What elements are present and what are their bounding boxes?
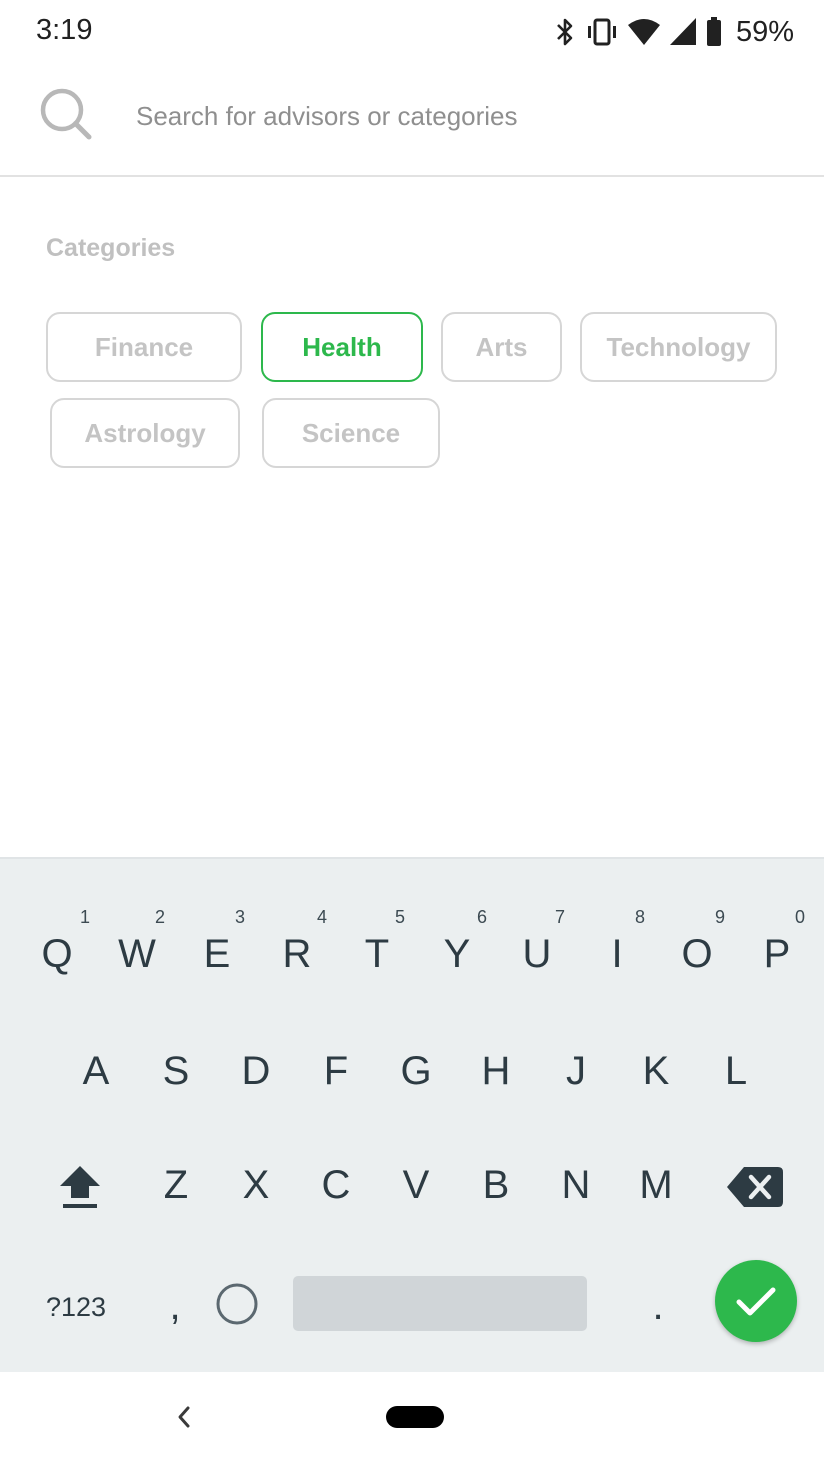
battery-icon: [706, 17, 721, 46]
key-e[interactable]: E: [182, 932, 252, 977]
key-w[interactable]: W: [102, 932, 172, 977]
category-chip-arts[interactable]: Arts: [441, 312, 562, 382]
key-hint-9: 9: [715, 907, 726, 927]
chip-label: Science: [301, 417, 401, 448]
search-input[interactable]: [136, 94, 776, 138]
key-o[interactable]: O: [662, 932, 732, 977]
key-a[interactable]: A: [61, 1049, 131, 1094]
key-hint-3: 3: [235, 907, 246, 927]
home-pill[interactable]: [386, 1406, 444, 1428]
category-chip-health[interactable]: Health: [261, 312, 423, 382]
period-key[interactable]: .: [623, 1284, 693, 1329]
key-hint-4: 4: [317, 907, 328, 927]
key-g[interactable]: G: [381, 1049, 451, 1094]
key-l[interactable]: L: [701, 1049, 771, 1094]
key-f[interactable]: F: [301, 1049, 371, 1094]
key-hint-1: 1: [80, 907, 91, 927]
categories-heading: Categories: [46, 234, 176, 262]
bluetooth-icon: [557, 18, 573, 46]
key-s[interactable]: S: [141, 1049, 211, 1094]
key-hint-0: 0: [795, 907, 806, 927]
status-icons: 59%: [554, 14, 794, 50]
search-icon[interactable]: [38, 86, 94, 142]
wifi-icon: [627, 19, 660, 45]
category-chip-science[interactable]: Science: [262, 398, 440, 468]
key-x[interactable]: X: [221, 1163, 291, 1208]
key-hint-6: 6: [477, 907, 488, 927]
backspace-icon[interactable]: [726, 1166, 784, 1208]
enter-button[interactable]: [715, 1260, 797, 1342]
key-r[interactable]: R: [262, 932, 332, 977]
key-h[interactable]: H: [461, 1049, 531, 1094]
key-hint-5: 5: [395, 907, 406, 927]
key-k[interactable]: K: [621, 1049, 691, 1094]
key-c[interactable]: C: [301, 1163, 371, 1208]
chip-label: Technology: [606, 331, 751, 362]
key-hint-7: 7: [555, 907, 566, 927]
symbols-key[interactable]: ?123: [36, 1292, 116, 1323]
battery-percentage: 59%: [735, 15, 794, 48]
category-chip-finance[interactable]: Finance: [46, 312, 242, 382]
key-d[interactable]: D: [221, 1049, 291, 1094]
key-i[interactable]: I: [582, 932, 652, 977]
chip-label: Astrology: [84, 417, 206, 448]
comma-key[interactable]: ,: [140, 1284, 210, 1329]
chip-label: Finance: [94, 331, 194, 362]
shift-icon[interactable]: [58, 1164, 102, 1210]
key-v[interactable]: V: [381, 1163, 451, 1208]
key-y[interactable]: Y: [422, 932, 492, 977]
category-chip-technology[interactable]: Technology: [580, 312, 777, 382]
vibrate-icon: [587, 18, 616, 46]
key-b[interactable]: B: [461, 1163, 531, 1208]
key-m[interactable]: M: [621, 1163, 691, 1208]
cell-signal-icon: [669, 18, 696, 45]
key-n[interactable]: N: [541, 1163, 611, 1208]
key-u[interactable]: U: [502, 932, 572, 977]
key-hint-2: 2: [155, 907, 166, 927]
key-p[interactable]: P: [742, 932, 812, 977]
key-t[interactable]: T: [342, 932, 412, 977]
key-hint-8: 8: [635, 907, 646, 927]
emoji-icon[interactable]: [214, 1281, 260, 1327]
chip-label: Health: [302, 331, 382, 362]
key-j[interactable]: J: [541, 1049, 611, 1094]
space-bar[interactable]: [293, 1276, 587, 1331]
key-q[interactable]: Q: [22, 932, 92, 977]
checkmark-icon: [736, 1287, 776, 1316]
back-icon[interactable]: [172, 1402, 196, 1432]
chip-label: Arts: [475, 331, 528, 362]
key-z[interactable]: Z: [141, 1163, 211, 1208]
status-time: 3:19: [36, 14, 93, 46]
category-chip-astrology[interactable]: Astrology: [50, 398, 240, 468]
search-divider: [0, 175, 824, 177]
